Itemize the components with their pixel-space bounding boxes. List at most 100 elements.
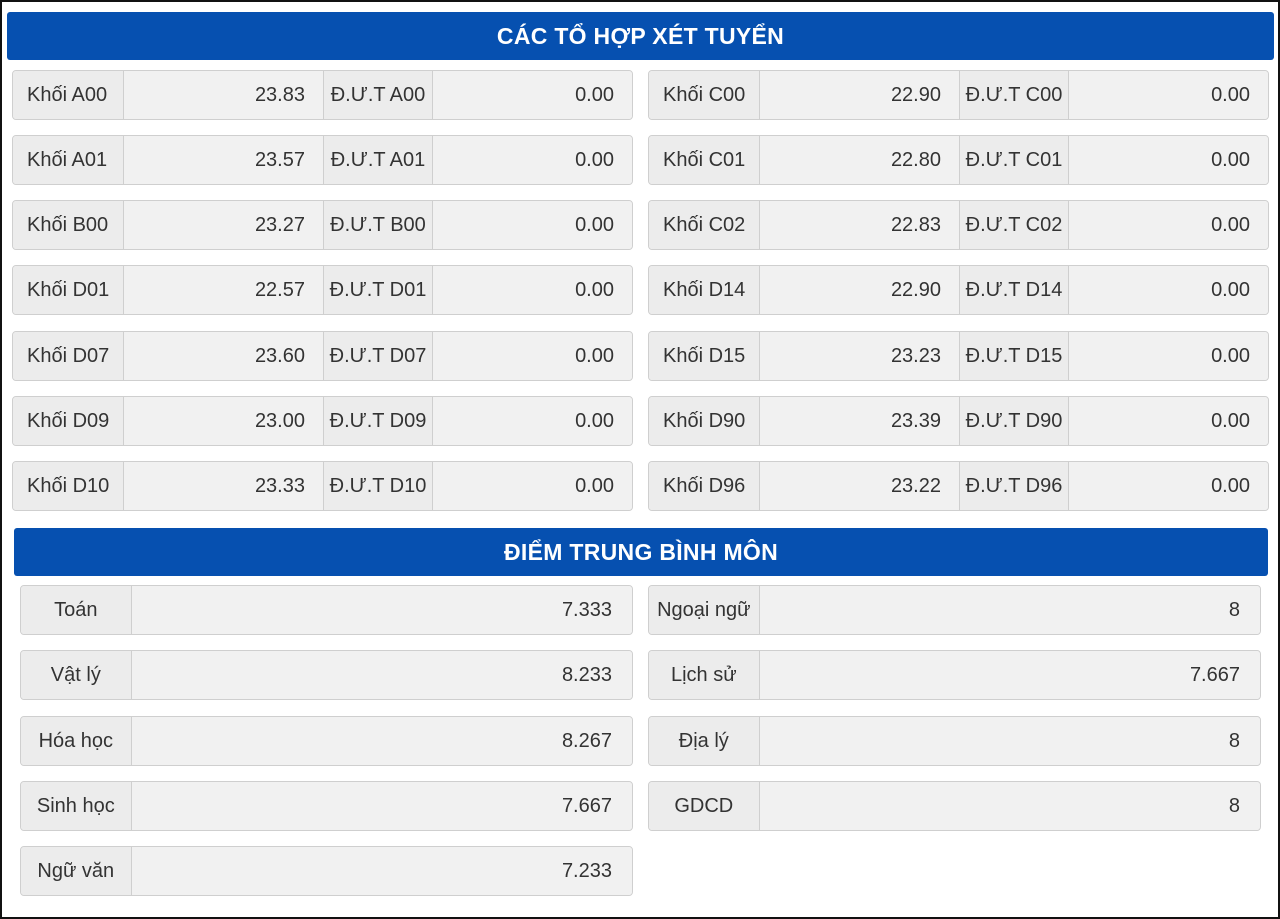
combo-row: Khối D14 22.90 Đ.Ư.T D14 0.00 xyxy=(648,265,1269,315)
subject-row: Hóa học 8.267 xyxy=(20,716,633,766)
priority-label: Đ.Ư.T D07 xyxy=(323,332,433,380)
subject-row: Sinh học 7.667 xyxy=(20,781,633,831)
combo-row: Khối D09 23.00 Đ.Ư.T D09 0.00 xyxy=(12,396,633,446)
combo-label: Khối D14 xyxy=(649,266,760,314)
subject-score: 8 xyxy=(759,717,1260,765)
combo-label: Khối D09 xyxy=(13,397,124,445)
priority-score: 0.00 xyxy=(433,462,632,510)
combo-row: Khối C01 22.80 Đ.Ư.T C01 0.00 xyxy=(648,135,1269,185)
combo-row: Khối D96 23.22 Đ.Ư.T D96 0.00 xyxy=(648,461,1269,511)
combo-label: Khối D01 xyxy=(13,266,124,314)
priority-score: 0.00 xyxy=(1069,332,1268,380)
combo-score: 22.80 xyxy=(760,136,959,184)
priority-label: Đ.Ư.T C00 xyxy=(959,71,1069,119)
combo-score: 23.39 xyxy=(760,397,959,445)
combo-row: Khối D90 23.39 Đ.Ư.T D90 0.00 xyxy=(648,396,1269,446)
combo-label: Khối D96 xyxy=(649,462,760,510)
subject-label: Lịch sử xyxy=(649,651,760,699)
priority-score: 0.00 xyxy=(433,201,632,249)
priority-label: Đ.Ư.T D01 xyxy=(323,266,433,314)
subject-row: GDCD 8 xyxy=(648,781,1261,831)
combo-row: Khối A01 23.57 Đ.Ư.T A01 0.00 xyxy=(12,135,633,185)
combo-row: Khối A00 23.83 Đ.Ư.T A00 0.00 xyxy=(12,70,633,120)
priority-label: Đ.Ư.T D10 xyxy=(323,462,433,510)
priority-score: 0.00 xyxy=(1069,201,1268,249)
combo-label: Khối C02 xyxy=(649,201,760,249)
combo-row: Khối B00 23.27 Đ.Ư.T B00 0.00 xyxy=(12,200,633,250)
subject-label: Địa lý xyxy=(649,717,760,765)
priority-label: Đ.Ư.T D14 xyxy=(959,266,1069,314)
subject-section-title: ĐIỂM TRUNG BÌNH MÔN xyxy=(503,538,779,565)
combo-score: 23.27 xyxy=(124,201,323,249)
combo-score: 22.90 xyxy=(760,266,959,314)
combo-score: 22.90 xyxy=(760,71,959,119)
priority-label: Đ.Ư.T D15 xyxy=(959,332,1069,380)
combo-label: Khối B00 xyxy=(13,201,124,249)
combo-score: 22.57 xyxy=(124,266,323,314)
subject-row: Ngữ văn 7.233 xyxy=(20,846,633,896)
combo-score: 23.33 xyxy=(124,462,323,510)
priority-label: Đ.Ư.T D90 xyxy=(959,397,1069,445)
combo-label: Khối C01 xyxy=(649,136,760,184)
combo-score: 23.83 xyxy=(124,71,323,119)
subject-score: 7.667 xyxy=(759,651,1260,699)
priority-score: 0.00 xyxy=(433,397,632,445)
subject-score: 7.667 xyxy=(131,782,632,830)
subject-score: 8 xyxy=(759,586,1260,634)
combo-label: Khối D10 xyxy=(13,462,124,510)
combo-row: Khối C02 22.83 Đ.Ư.T C02 0.00 xyxy=(648,200,1269,250)
combo-score: 23.57 xyxy=(124,136,323,184)
priority-label: Đ.Ư.T D96 xyxy=(959,462,1069,510)
combo-row: Khối D01 22.57 Đ.Ư.T D01 0.00 xyxy=(12,265,633,315)
subject-score: 8.233 xyxy=(131,651,632,699)
subject-score: 8 xyxy=(759,782,1260,830)
subject-label: Vật lý xyxy=(21,651,132,699)
subject-label: GDCD xyxy=(649,782,760,830)
combo-label: Khối D15 xyxy=(649,332,760,380)
subject-row: Lịch sử 7.667 xyxy=(648,650,1261,700)
subject-label: Ngoại ngữ xyxy=(649,586,760,634)
subject-label: Sinh học xyxy=(21,782,132,830)
combo-row: Khối D10 23.33 Đ.Ư.T D10 0.00 xyxy=(12,461,633,511)
combo-row: Khối C00 22.90 Đ.Ư.T C00 0.00 xyxy=(648,70,1269,120)
priority-label: Đ.Ư.T C01 xyxy=(959,136,1069,184)
combo-section-title: CÁC TỔ HỢP XÉT TUYỂN xyxy=(496,22,785,49)
subject-score: 7.233 xyxy=(131,847,632,895)
priority-score: 0.00 xyxy=(1069,462,1268,510)
priority-label: Đ.Ư.T A01 xyxy=(323,136,433,184)
priority-score: 0.00 xyxy=(1069,71,1268,119)
priority-score: 0.00 xyxy=(1069,397,1268,445)
subject-row: Vật lý 8.233 xyxy=(20,650,633,700)
combo-score: 23.60 xyxy=(124,332,323,380)
combo-label: Khối D90 xyxy=(649,397,760,445)
combo-score: 22.83 xyxy=(760,201,959,249)
priority-score: 0.00 xyxy=(433,266,632,314)
subject-label: Ngữ văn xyxy=(21,847,132,895)
subject-label: Hóa học xyxy=(21,717,132,765)
results-panel: CÁC TỔ HỢP XÉT TUYỂN Khối A00 23.83 Đ.Ư.… xyxy=(0,0,1280,919)
subject-row: Địa lý 8 xyxy=(648,716,1261,766)
priority-label: Đ.Ư.T A00 xyxy=(323,71,433,119)
priority-score: 0.00 xyxy=(433,71,632,119)
subject-score: 7.333 xyxy=(131,586,632,634)
combo-label: Khối A00 xyxy=(13,71,124,119)
priority-label: Đ.Ư.T C02 xyxy=(959,201,1069,249)
priority-score: 0.00 xyxy=(1069,136,1268,184)
priority-label: Đ.Ư.T D09 xyxy=(323,397,433,445)
combo-score: 23.22 xyxy=(760,462,959,510)
combo-label: Khối A01 xyxy=(13,136,124,184)
priority-score: 0.00 xyxy=(433,332,632,380)
subject-row: Ngoại ngữ 8 xyxy=(648,585,1261,635)
combo-row: Khối D07 23.60 Đ.Ư.T D07 0.00 xyxy=(12,331,633,381)
subject-section-header: ĐIỂM TRUNG BÌNH MÔN xyxy=(14,528,1268,576)
priority-score: 0.00 xyxy=(1069,266,1268,314)
combo-score: 23.00 xyxy=(124,397,323,445)
combo-label: Khối C00 xyxy=(649,71,760,119)
combo-section-header: CÁC TỔ HỢP XÉT TUYỂN xyxy=(7,12,1274,60)
subject-score: 8.267 xyxy=(131,717,632,765)
combo-score: 23.23 xyxy=(760,332,959,380)
priority-score: 0.00 xyxy=(433,136,632,184)
priority-label: Đ.Ư.T B00 xyxy=(323,201,433,249)
subject-label: Toán xyxy=(21,586,132,634)
subject-row: Toán 7.333 xyxy=(20,585,633,635)
